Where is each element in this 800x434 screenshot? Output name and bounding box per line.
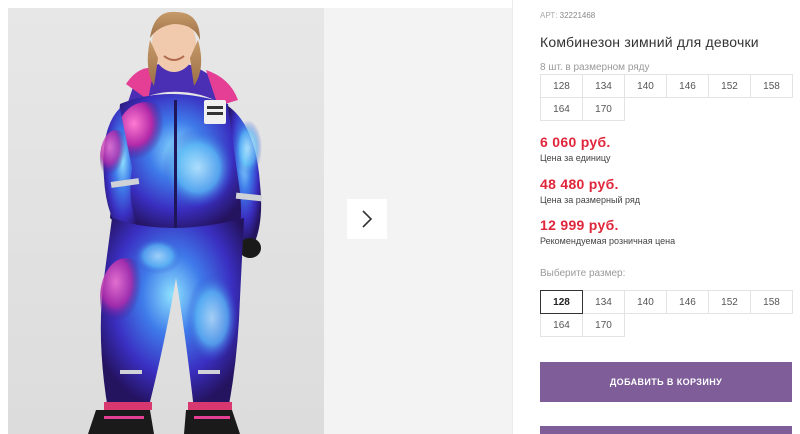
- secondary-action-button[interactable]: [540, 426, 792, 434]
- pack-size-152: 152: [708, 74, 751, 98]
- column-divider: [512, 0, 513, 434]
- price-pack: 48 480 руб.: [540, 176, 619, 192]
- product-sku: АРТ: 32221468: [540, 11, 595, 20]
- size-option-152[interactable]: 152: [708, 290, 751, 314]
- pack-size-158: 158: [750, 74, 793, 98]
- add-to-cart-button[interactable]: ДОБАВИТЬ В КОРЗИНУ: [540, 362, 792, 402]
- pack-size-140: 140: [624, 74, 667, 98]
- pack-size-128: 128: [540, 74, 583, 98]
- price-retail-note: Рекомендуемая розничная цена: [540, 236, 676, 246]
- chevron-right-icon: [362, 210, 373, 228]
- price-unit-note: Цена за единицу: [540, 153, 611, 163]
- price-pack-note: Цена за размерный ряд: [540, 195, 641, 205]
- size-option-128[interactable]: 128: [540, 290, 583, 314]
- choose-size-label: Выберите размер:: [540, 268, 626, 279]
- pack-size-146: 146: [666, 74, 709, 98]
- size-option-170[interactable]: 170: [582, 313, 625, 337]
- size-option-158[interactable]: 158: [750, 290, 793, 314]
- sku-label: АРТ:: [540, 11, 558, 20]
- size-option-140[interactable]: 140: [624, 290, 667, 314]
- price-retail: 12 999 руб.: [540, 217, 619, 233]
- size-option-146[interactable]: 146: [666, 290, 709, 314]
- gallery-next-button[interactable]: [347, 199, 387, 239]
- price-unit: 6 060 руб.: [540, 134, 611, 150]
- pack-size-134: 134: [582, 74, 625, 98]
- size-option-164[interactable]: 164: [540, 313, 583, 337]
- product-title: Комбинезон зимний для девочки: [540, 34, 759, 50]
- pack-sizes-label: 8 шт. в размерном ряду: [540, 62, 650, 73]
- sku-value: 32221468: [559, 11, 596, 20]
- product-photo-main[interactable]: [8, 8, 324, 434]
- size-option-134[interactable]: 134: [582, 290, 625, 314]
- pack-size-164: 164: [540, 97, 583, 121]
- jumpsuit-model-image: [88, 11, 263, 434]
- pack-size-170: 170: [582, 97, 625, 121]
- product-gallery: [0, 0, 520, 434]
- product-details: АРТ: 32221468 Комбинезон зимний для дево…: [540, 0, 800, 434]
